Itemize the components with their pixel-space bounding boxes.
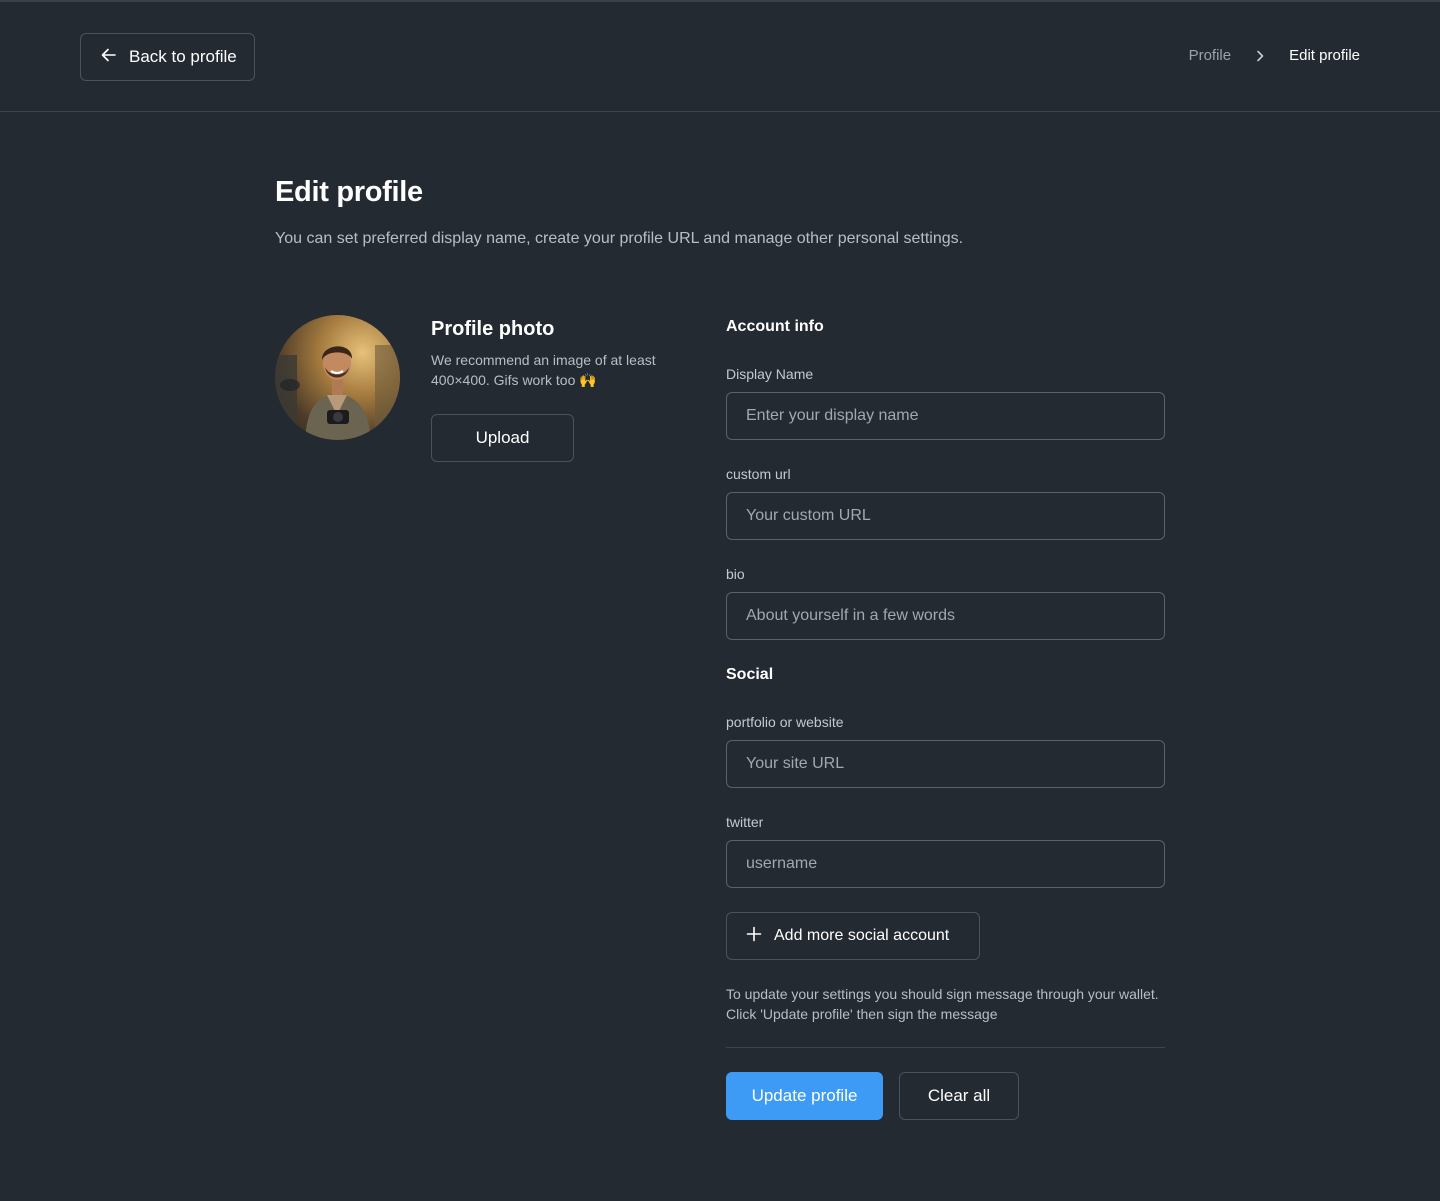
- website-label: portfolio or website: [726, 714, 844, 730]
- add-social-account-label: Add more social account: [774, 927, 950, 944]
- back-to-profile-label: Back to profile: [129, 47, 237, 66]
- sign-message-note: To update your settings you should sign …: [726, 986, 1159, 1022]
- bio-input[interactable]: [726, 592, 1165, 640]
- divider: [726, 1047, 1165, 1048]
- plus-icon: [746, 926, 762, 947]
- breadcrumb-current: Edit profile: [1289, 47, 1360, 64]
- profile-photo-description: We recommend an image of at least 400×40…: [431, 352, 656, 388]
- twitter-input[interactable]: [726, 840, 1165, 888]
- bio-label: bio: [726, 566, 745, 582]
- add-social-account-button[interactable]: Add more social account: [726, 912, 980, 960]
- custom-url-input[interactable]: [726, 492, 1165, 540]
- custom-url-label: custom url: [726, 466, 791, 482]
- update-profile-button[interactable]: Update profile: [726, 1072, 883, 1120]
- clear-all-button[interactable]: Clear all: [899, 1072, 1019, 1120]
- breadcrumb-profile-link[interactable]: Profile: [1189, 47, 1232, 64]
- avatar: [275, 315, 400, 440]
- website-input[interactable]: [726, 740, 1165, 788]
- social-heading: Social: [726, 666, 774, 683]
- page-subtitle: You can set preferred display name, crea…: [275, 230, 964, 247]
- upload-button[interactable]: Upload: [431, 414, 574, 462]
- display-name-input[interactable]: [726, 392, 1165, 440]
- arrow-left-icon: [99, 45, 119, 70]
- page-title: Edit profile: [275, 176, 423, 208]
- display-name-label: Display Name: [726, 366, 814, 382]
- breadcrumb: Profile Edit profile: [1189, 47, 1360, 64]
- profile-photo-title: Profile photo: [431, 318, 555, 340]
- account-info-heading: Account info: [726, 318, 824, 335]
- back-to-profile-button[interactable]: Back to profile: [80, 33, 255, 81]
- chevron-right-icon: [1253, 49, 1267, 63]
- twitter-label: twitter: [726, 814, 764, 830]
- top-bar: Back to profile Profile Edit profile: [0, 0, 1440, 112]
